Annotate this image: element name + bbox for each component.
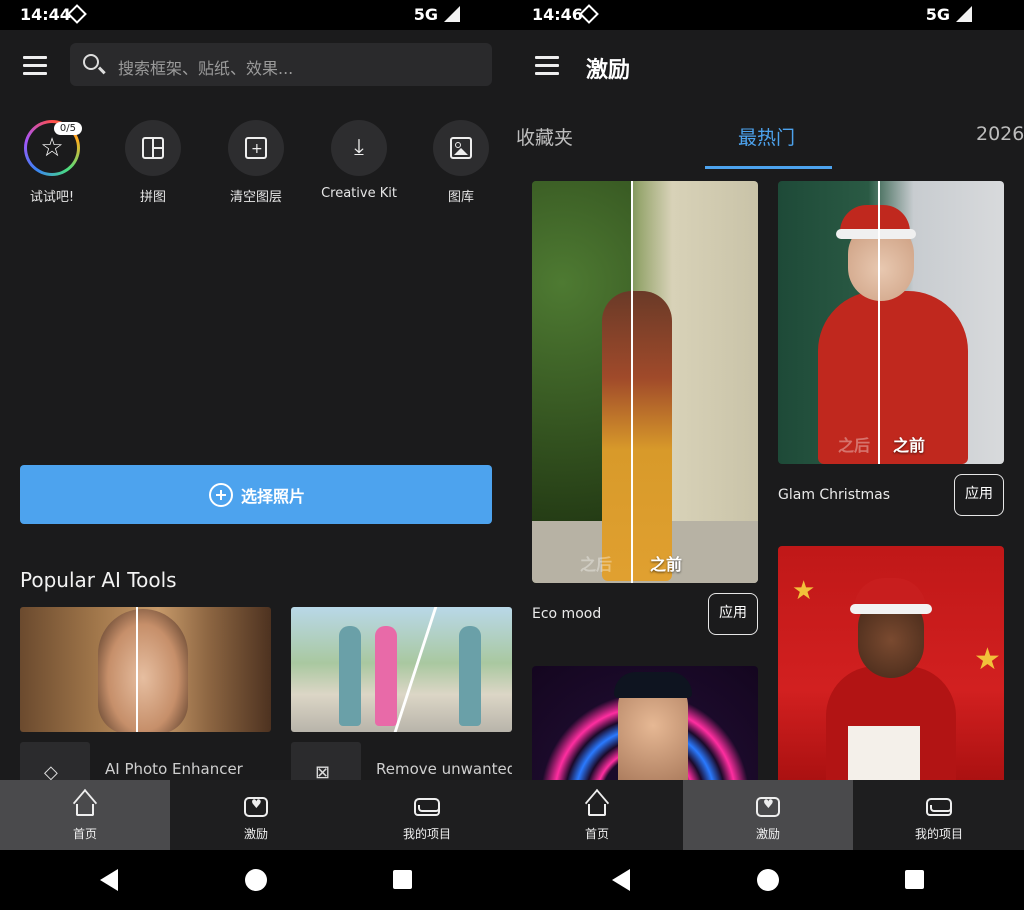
quick-tool-clear-layers[interactable]: + 清空图层 bbox=[206, 120, 306, 205]
tab-indicator bbox=[705, 166, 832, 169]
system-nav bbox=[0, 850, 512, 910]
quick-tool-label: 清空图层 bbox=[229, 190, 282, 205]
apply-button[interactable]: 应用 bbox=[954, 474, 1004, 516]
nav-label: 我的项目 bbox=[914, 827, 963, 841]
nav-label: 首页 bbox=[584, 827, 609, 841]
home-icon bbox=[588, 804, 606, 816]
projects-icon bbox=[414, 798, 440, 816]
inspire-icon bbox=[244, 797, 268, 817]
before-label: 之前 bbox=[650, 555, 683, 574]
search-placeholder: 搜索框架、贴纸、效果... bbox=[118, 59, 294, 78]
ai-tool-label[interactable]: AI Photo Enhancer bbox=[105, 760, 243, 778]
back-icon[interactable] bbox=[100, 869, 118, 891]
select-photo-label: 选择照片 bbox=[241, 487, 306, 506]
projects-icon bbox=[926, 798, 952, 816]
after-label: 之后 bbox=[580, 555, 613, 574]
quick-tool-label: 拼图 bbox=[139, 190, 166, 205]
signal-icon bbox=[444, 6, 460, 22]
home-screen: 14:44 5G 搜索框架、贴纸、效果... ☆ 0/5 试试吧! 拼图 + 清… bbox=[0, 0, 512, 910]
quick-tool-label: 图库 bbox=[447, 190, 474, 205]
status-bar: 14:46 5G bbox=[512, 0, 1024, 30]
inspire-icon bbox=[756, 797, 780, 817]
status-time: 14:44 bbox=[20, 5, 71, 24]
home-circle-icon[interactable] bbox=[757, 869, 779, 891]
remove-unwanted-thumbnail[interactable] bbox=[291, 607, 512, 732]
star-icon: ☆ bbox=[40, 133, 64, 163]
quick-tool-label: 试试吧! bbox=[29, 190, 75, 205]
section-title: Popular AI Tools bbox=[20, 568, 177, 592]
nav-label: 激励 bbox=[243, 827, 268, 841]
card-title: Eco mood bbox=[532, 606, 602, 622]
download-icon: ⤓ bbox=[354, 135, 364, 160]
tab-2026[interactable]: 2026 bbox=[976, 123, 1024, 145]
layers-icon: + bbox=[245, 137, 267, 159]
nav-home[interactable]: 首页 bbox=[512, 780, 682, 850]
christmas-portrait-image[interactable]: ★ ★ bbox=[778, 546, 1004, 786]
quick-tool-try[interactable]: ☆ 0/5 试试吧! bbox=[2, 120, 102, 205]
nav-inspire[interactable]: 激励 bbox=[683, 780, 853, 850]
eco-mood-image[interactable]: 之后 之前 bbox=[532, 181, 758, 583]
status-bar: 14:44 5G bbox=[0, 0, 512, 30]
network-label: 5G bbox=[925, 5, 950, 24]
signal-icon bbox=[956, 6, 972, 22]
nav-inspire[interactable]: 激励 bbox=[171, 780, 341, 850]
network-label: 5G bbox=[413, 5, 438, 24]
inspire-screen: 14:46 5G 激励 收藏夹 最热门 2026 之后 之前 Eco mood … bbox=[512, 0, 1024, 910]
select-photo-button[interactable]: 选择照片 bbox=[20, 465, 492, 524]
before-label: 之前 bbox=[893, 436, 926, 455]
try-badge: 0/5 bbox=[53, 122, 82, 135]
glam-christmas-image[interactable]: 之后 之前 bbox=[778, 181, 1004, 464]
bottom-nav: 首页 激励 我的项目 bbox=[512, 780, 1024, 850]
recents-icon[interactable] bbox=[393, 870, 412, 889]
nav-label: 首页 bbox=[72, 827, 97, 841]
status-time: 14:46 bbox=[532, 5, 583, 24]
home-circle-icon[interactable] bbox=[245, 869, 267, 891]
nav-home[interactable]: 首页 bbox=[0, 780, 170, 850]
quick-tool-creative-kit[interactable]: ⤓ Creative Kit bbox=[309, 120, 409, 201]
ai-enhancer-thumbnail[interactable] bbox=[20, 607, 271, 732]
quick-tool-collage[interactable]: 拼图 bbox=[103, 120, 203, 205]
ai-tool-label[interactable]: Remove unwanted bbox=[376, 760, 512, 778]
home-icon bbox=[76, 804, 94, 816]
after-label: 之后 bbox=[838, 436, 871, 455]
quick-tool-gallery[interactable]: 图库 bbox=[411, 120, 511, 205]
nav-projects[interactable]: 我的项目 bbox=[854, 780, 1024, 850]
card-title: Glam Christmas bbox=[778, 487, 890, 503]
menu-icon[interactable] bbox=[23, 56, 47, 76]
back-icon[interactable] bbox=[612, 869, 630, 891]
search-input[interactable]: 搜索框架、贴纸、效果... bbox=[70, 43, 492, 86]
add-circle-icon bbox=[209, 483, 233, 507]
nav-projects[interactable]: 我的项目 bbox=[342, 780, 512, 850]
nav-label: 我的项目 bbox=[402, 827, 451, 841]
quick-tool-label: Creative Kit bbox=[321, 186, 397, 201]
bottom-nav: 首页 激励 我的项目 bbox=[0, 780, 512, 850]
search-icon bbox=[83, 54, 99, 70]
recents-icon[interactable] bbox=[905, 870, 924, 889]
system-nav bbox=[512, 850, 1024, 910]
nav-label: 激励 bbox=[755, 827, 780, 841]
neon-portrait-image[interactable] bbox=[532, 666, 758, 786]
menu-icon[interactable] bbox=[535, 56, 559, 76]
apply-button[interactable]: 应用 bbox=[708, 593, 758, 635]
gallery-icon bbox=[450, 137, 472, 159]
collage-icon bbox=[142, 137, 164, 159]
page-title: 激励 bbox=[586, 58, 631, 83]
tab-favorites[interactable]: 收藏夹 bbox=[516, 123, 573, 150]
tab-popular[interactable]: 最热门 bbox=[738, 123, 795, 150]
